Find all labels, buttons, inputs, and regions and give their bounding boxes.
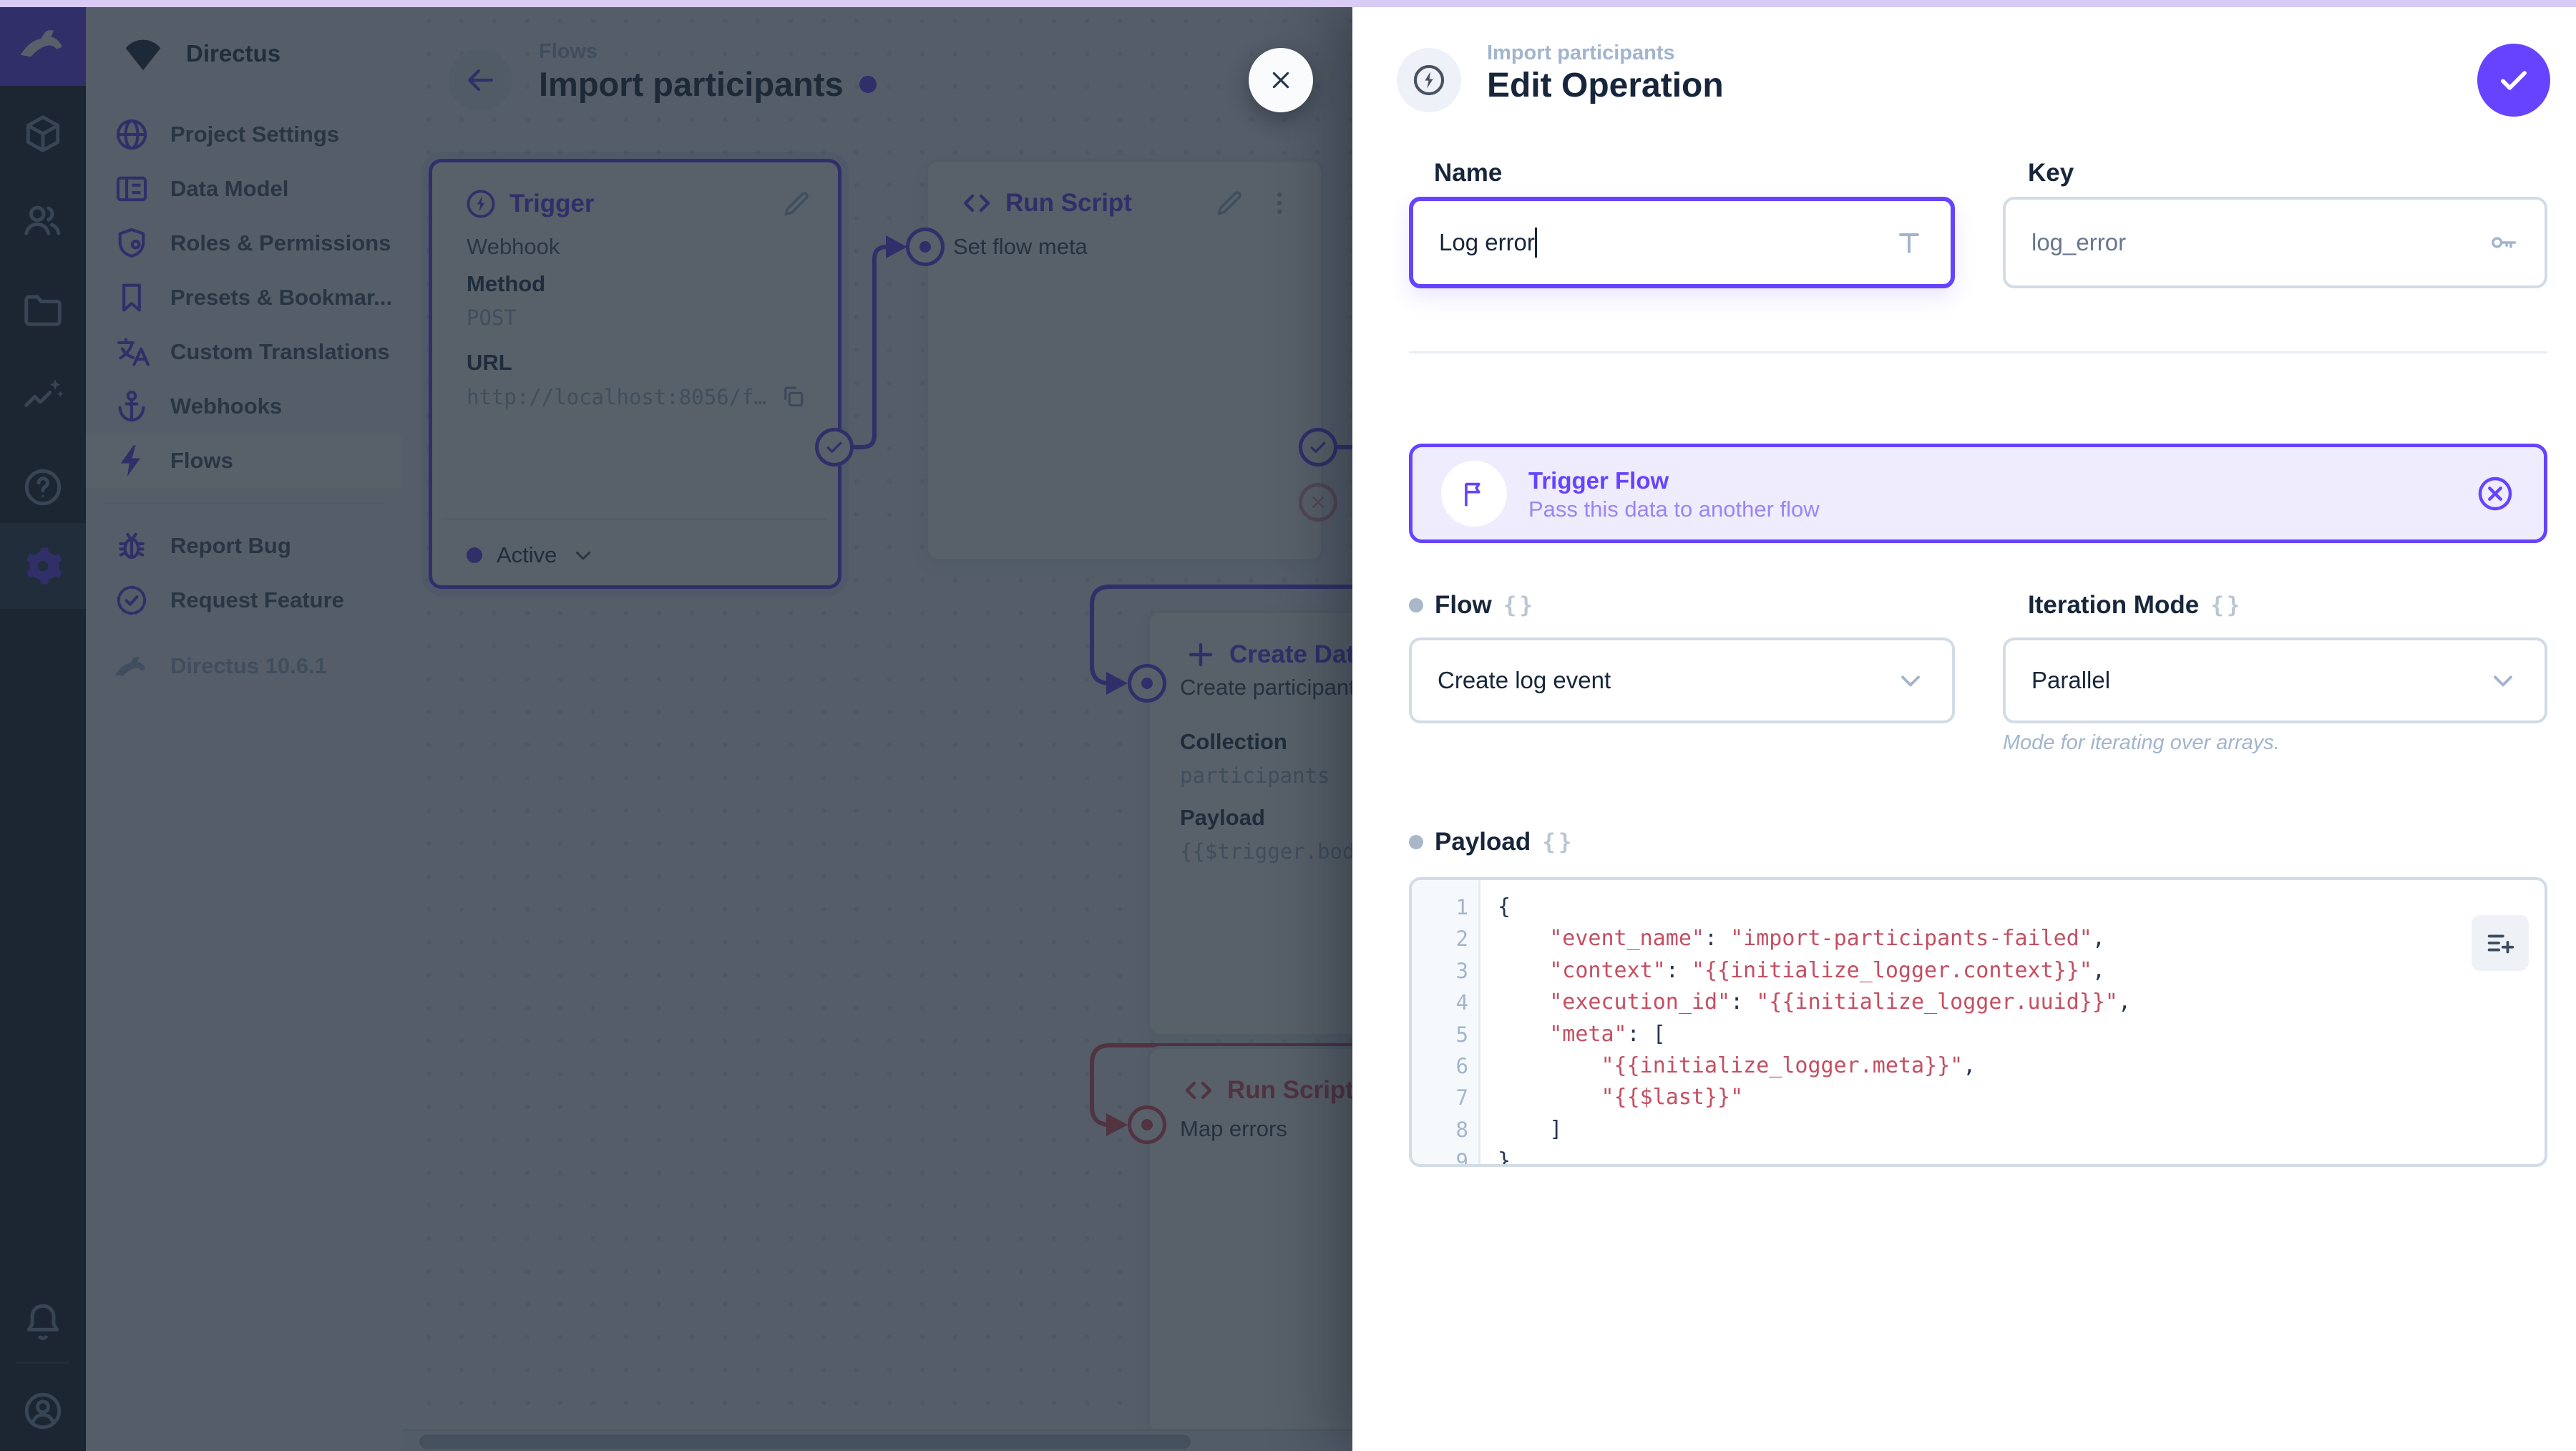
playlist-add-icon (2484, 927, 2517, 959)
close-drawer-button[interactable] (1249, 48, 1313, 112)
bolt-circle-icon (1410, 62, 1448, 99)
key-icon (2487, 227, 2519, 258)
flow-value: Create log event (1438, 667, 1611, 693)
title-t-icon[interactable] (1893, 227, 1925, 258)
code-line: "event_name": "import-participants-faile… (1549, 926, 2105, 952)
braces-icon[interactable]: {} (1503, 592, 1536, 618)
flow-select[interactable]: Create log event (1409, 637, 1955, 723)
trigger-flow-banner[interactable]: Trigger Flow Pass this data to another f… (1409, 444, 2547, 543)
name-input[interactable]: Log error (1409, 197, 1955, 288)
deselect-operation-button[interactable] (2475, 474, 2515, 514)
code-line: "{{initialize_logger.meta}}", (1601, 1053, 1976, 1079)
required-dot (1409, 835, 1423, 849)
code-area[interactable]: { "event_name": "import-participants-fai… (1480, 880, 2545, 1164)
code-gutter: 123456789 (1412, 880, 1480, 1164)
code-line: "{{$last}}" (1601, 1085, 1744, 1110)
code-line: } (1498, 1148, 1511, 1167)
save-button[interactable] (2477, 44, 2550, 117)
top-accent-strip (0, 0, 2576, 7)
key-value: log_error (2031, 229, 2127, 255)
iteration-value: Parallel (2031, 667, 2111, 693)
iteration-mode-label: Iteration Mode {} (2028, 591, 2243, 619)
flag-icon (1458, 477, 1491, 510)
drawer-title: Edit Operation (1487, 67, 1724, 104)
operation-icon-bubble (1397, 48, 1461, 112)
payload-code-editor[interactable]: 123456789 { "event_name": "import-partic… (1409, 877, 2547, 1167)
iteration-note: Mode for iterating over arrays. (2003, 731, 2280, 754)
payload-field-label: Payload {} (1409, 828, 1575, 856)
directus-flows-page: Directus Project SettingsData ModelRoles… (0, 0, 2576, 1451)
code-line: { (1498, 894, 1511, 919)
code-line: ] (1498, 1116, 1563, 1142)
text-caret (1534, 228, 1537, 258)
braces-icon[interactable]: {} (2210, 592, 2243, 618)
name-value: Log error (1439, 229, 1535, 255)
close-icon (1266, 65, 1296, 95)
banner-subtitle: Pass this data to another flow (1528, 497, 1820, 522)
code-line: "execution_id": "{{initialize_logger.uui… (1549, 990, 2132, 1015)
code-line: "context": "{{initialize_logger.context}… (1549, 957, 2105, 983)
banner-title: Trigger Flow (1528, 466, 1669, 494)
iteration-mode-select[interactable]: Parallel (2003, 637, 2547, 723)
name-label: Name (1434, 159, 1503, 187)
drawer-breadcrumb: Import participants (1487, 41, 1675, 64)
edit-operation-drawer: Import participants Edit Operation Name … (1352, 0, 2576, 1451)
key-input[interactable]: log_error (2003, 197, 2547, 288)
chevron-down-icon (2487, 665, 2519, 696)
circle-x-icon (2475, 474, 2515, 514)
required-dot (1409, 598, 1423, 612)
raw-editor-button[interactable] (2472, 915, 2529, 971)
flow-label: Flow {} (1409, 591, 1536, 620)
check-icon (2495, 62, 2532, 99)
key-label: Key (2028, 159, 2074, 187)
code-line: "meta": [ (1549, 1021, 1666, 1047)
chevron-down-icon (1895, 665, 1926, 696)
braces-icon[interactable]: {} (1542, 829, 1574, 855)
drawer-divider (1409, 351, 2547, 353)
flag-icon-bubble (1441, 460, 1507, 527)
drawer-overlay[interactable] (0, 0, 1352, 1451)
